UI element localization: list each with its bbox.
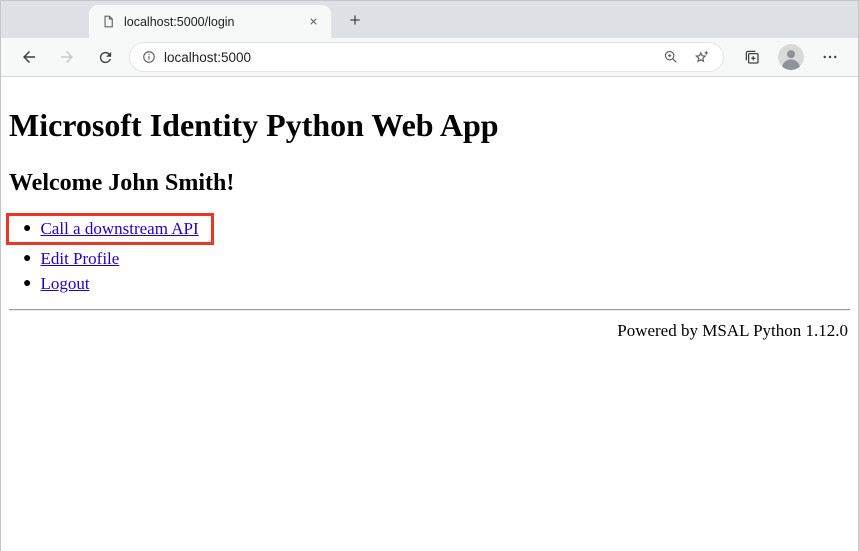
bullet-icon: ● xyxy=(23,248,31,270)
forward-button[interactable] xyxy=(49,41,85,73)
bullet-icon: ● xyxy=(23,218,31,240)
collections-button[interactable] xyxy=(734,41,770,73)
link-logout[interactable]: Logout xyxy=(40,273,89,295)
zoom-in-icon xyxy=(663,49,679,65)
reload-button[interactable] xyxy=(87,41,123,73)
list-item: ● Edit Profile xyxy=(9,248,850,270)
list-item: ● Logout xyxy=(9,273,850,295)
close-icon xyxy=(308,16,319,27)
list-item: ● Call a downstream API xyxy=(9,213,850,245)
browser-window: { "browser": { "tab": { "title": "localh… xyxy=(0,0,859,551)
more-menu-button[interactable] xyxy=(812,41,848,73)
collections-icon xyxy=(743,48,761,66)
plus-icon xyxy=(347,12,363,28)
ellipsis-icon xyxy=(821,48,839,66)
browser-chrome: localhost:5000/login xyxy=(1,1,858,77)
reload-icon xyxy=(97,49,114,66)
address-bar[interactable]: localhost:5000 xyxy=(129,42,724,72)
page-title: Microsoft Identity Python Web App xyxy=(9,107,850,144)
back-arrow-icon xyxy=(20,48,38,66)
forward-arrow-icon xyxy=(58,48,76,66)
address-bar-actions xyxy=(657,43,715,71)
url-text[interactable]: localhost:5000 xyxy=(164,50,649,65)
add-favorite-button[interactable] xyxy=(687,43,715,71)
welcome-heading: Welcome John Smith! xyxy=(9,170,850,197)
tab-close-button[interactable] xyxy=(303,12,323,32)
tab-strip: localhost:5000/login xyxy=(1,1,858,38)
nav-list: ● Call a downstream API ● Edit Profile ●… xyxy=(9,213,850,295)
profile-avatar[interactable] xyxy=(778,44,804,70)
star-add-icon xyxy=(693,49,710,66)
info-icon xyxy=(142,50,156,64)
new-tab-button[interactable] xyxy=(341,6,369,34)
bullet-icon: ● xyxy=(23,273,31,295)
link-edit-profile[interactable]: Edit Profile xyxy=(40,248,119,270)
back-button[interactable] xyxy=(11,41,47,73)
footer-text: Powered by MSAL Python 1.12.0 xyxy=(9,321,850,341)
link-call-downstream-api[interactable]: Call a downstream API xyxy=(40,218,198,240)
avatar-icon xyxy=(778,44,804,70)
page-file-icon xyxy=(101,14,116,29)
navigation-toolbar: localhost:5000 xyxy=(1,38,858,77)
divider xyxy=(9,309,850,311)
highlight-box: ● Call a downstream API xyxy=(6,213,214,245)
page-content: Microsoft Identity Python Web App Welcom… xyxy=(1,77,858,551)
zoom-button[interactable] xyxy=(657,43,685,71)
browser-tab[interactable]: localhost:5000/login xyxy=(89,5,331,38)
tab-title: localhost:5000/login xyxy=(124,15,295,29)
site-info-icon[interactable] xyxy=(142,50,156,64)
